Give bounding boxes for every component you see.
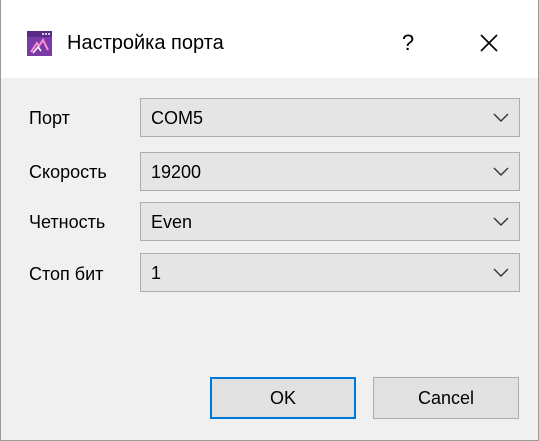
speed-label: Скорость (29, 162, 107, 182)
close-button[interactable] (459, 20, 519, 66)
app-icon (27, 31, 52, 56)
stop-bits-value: 1 (151, 263, 162, 283)
cancel-button[interactable]: Cancel (373, 377, 519, 419)
ok-button[interactable]: OK (210, 377, 356, 419)
port-label: Порт (29, 108, 70, 128)
port-value: COM5 (151, 108, 204, 128)
stop-bits-label: Стоп бит (29, 264, 104, 284)
speed-select[interactable]: 19200 (140, 152, 520, 191)
window-title: Настройка порта (67, 32, 224, 54)
chevron-down-icon (493, 268, 509, 277)
chevron-down-icon (493, 217, 509, 226)
parity-select[interactable]: Even (140, 202, 520, 241)
title-bar: Настройка порта ? (1, 0, 538, 78)
close-icon (480, 34, 498, 52)
help-button[interactable]: ? (379, 20, 437, 66)
chevron-down-icon (493, 167, 509, 176)
port-settings-dialog: Настройка порта ? Порт COM5 Скорость 192… (0, 0, 539, 441)
port-select[interactable]: COM5 (140, 98, 520, 137)
parity-label: Четность (29, 212, 106, 232)
parity-value: Even (151, 212, 193, 232)
speed-value: 19200 (151, 162, 202, 182)
stop-bits-select[interactable]: 1 (140, 253, 520, 292)
chevron-down-icon (493, 113, 509, 122)
